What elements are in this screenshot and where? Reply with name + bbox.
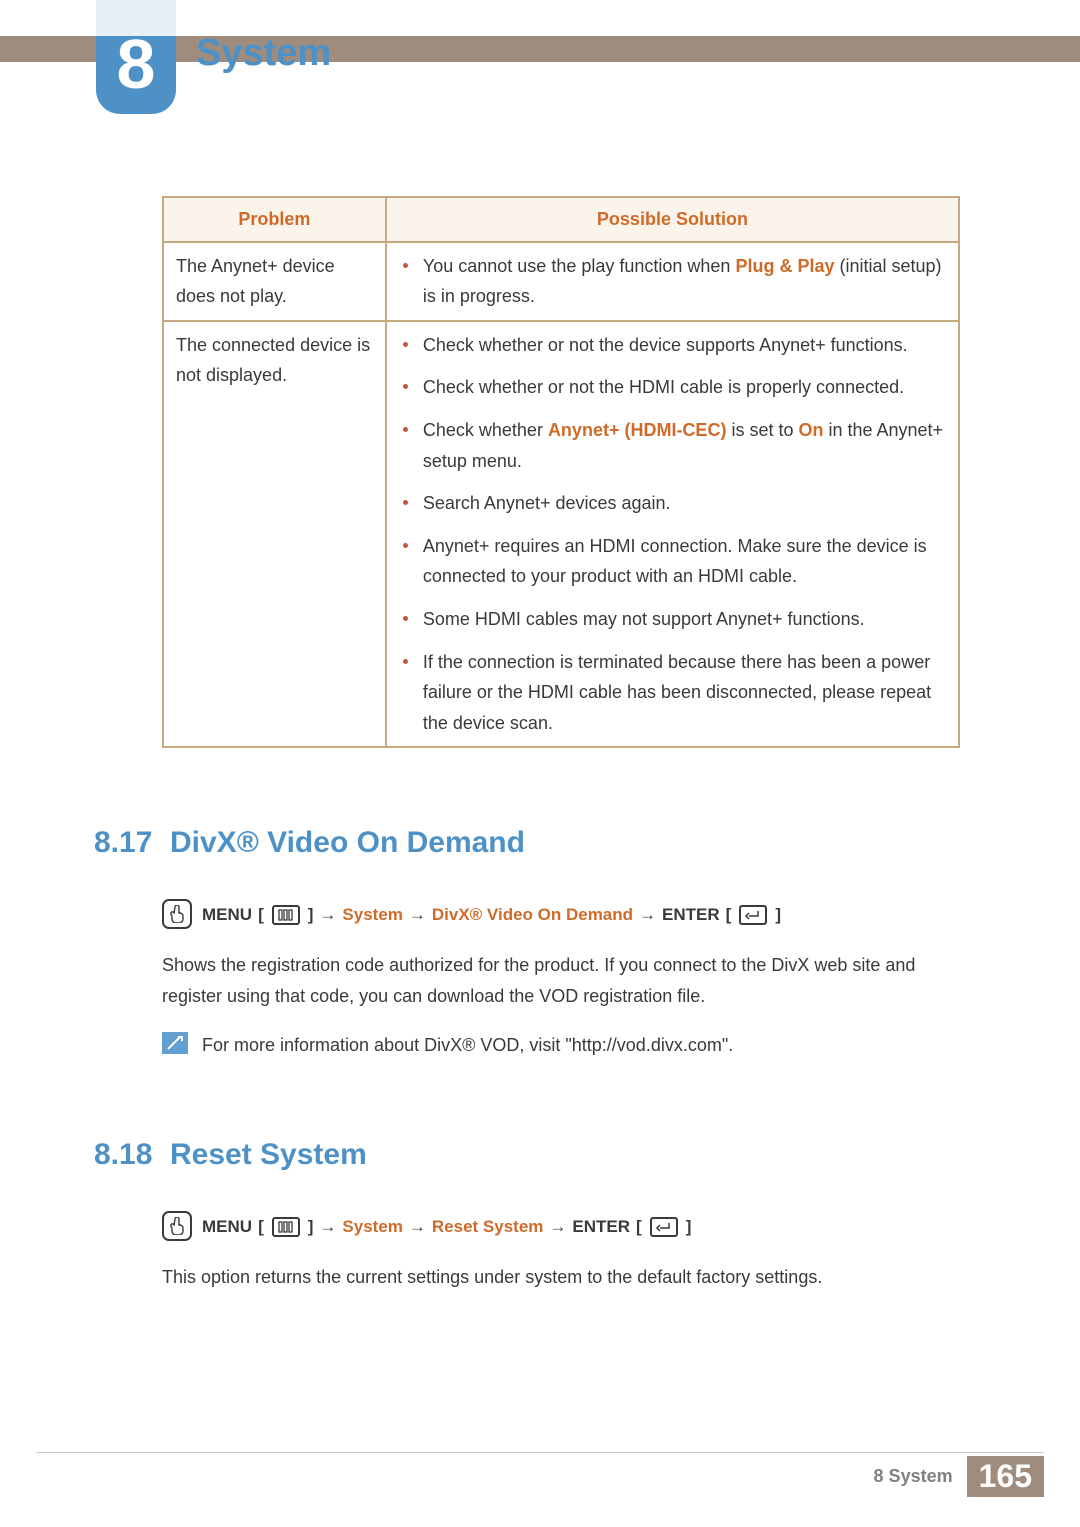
note-icon — [162, 1032, 188, 1054]
footer: 8 System 165 — [874, 1456, 1044, 1497]
list-item: Check whether or not the device supports… — [399, 330, 946, 361]
list-item: Check whether or not the HDMI cable is p… — [399, 372, 946, 403]
menu-icon — [272, 1217, 300, 1237]
list-item: Search Anynet+ devices again. — [399, 488, 946, 519]
section-heading: 8.18Reset System — [94, 1138, 960, 1172]
main-content: Problem Possible Solution The Anynet+ de… — [162, 196, 960, 1311]
menu-path: MENU [ ] → System → Reset System → ENTER… — [162, 1212, 960, 1242]
section-reset: 8.18Reset System MENU [ ] → System → Res… — [162, 1138, 960, 1293]
list-item: Anynet+ requires an HDMI connection. Mak… — [399, 531, 946, 592]
list-item: If the connection is terminated because … — [399, 647, 946, 739]
page-number: 165 — [967, 1456, 1044, 1497]
table-row: The connected device is not displayed. C… — [163, 321, 959, 748]
list-item: You cannot use the play function when Pl… — [399, 251, 946, 312]
section-heading: 8.17DivX® Video On Demand — [94, 826, 960, 860]
hand-icon — [162, 1211, 192, 1241]
footer-label: 8 System — [874, 1466, 953, 1487]
problem-cell: The connected device is not displayed. — [163, 321, 386, 748]
section-divx: 8.17DivX® Video On Demand MENU [ ] → Sys… — [162, 826, 960, 1060]
table-row: The Anynet+ device does not play. You ca… — [163, 242, 959, 321]
problem-cell: The Anynet+ device does not play. — [163, 242, 386, 321]
th-solution: Possible Solution — [386, 197, 959, 242]
chapter-badge: 8 — [96, 0, 176, 114]
footer-divider — [36, 1452, 1044, 1453]
hand-icon — [162, 899, 192, 929]
chapter-title: System — [196, 32, 331, 75]
menu-path: MENU [ ] → System → DivX® Video On Deman… — [162, 900, 960, 930]
note-text: For more information about DivX® VOD, vi… — [202, 1030, 733, 1061]
menu-icon — [272, 905, 300, 925]
list-item: Check whether Anynet+ (HDMI-CEC) is set … — [399, 415, 946, 476]
enter-icon — [650, 1217, 678, 1237]
th-problem: Problem — [163, 197, 386, 242]
solution-cell: Check whether or not the device supports… — [386, 321, 959, 748]
section-body: Shows the registration code authorized f… — [162, 950, 960, 1011]
troubleshoot-table: Problem Possible Solution The Anynet+ de… — [162, 196, 960, 748]
section-body: This option returns the current settings… — [162, 1262, 960, 1293]
solution-cell: You cannot use the play function when Pl… — [386, 242, 959, 321]
note-row: For more information about DivX® VOD, vi… — [162, 1030, 960, 1061]
list-item: Some HDMI cables may not support Anynet+… — [399, 604, 946, 635]
chapter-number: 8 — [117, 29, 156, 99]
enter-icon — [739, 905, 767, 925]
